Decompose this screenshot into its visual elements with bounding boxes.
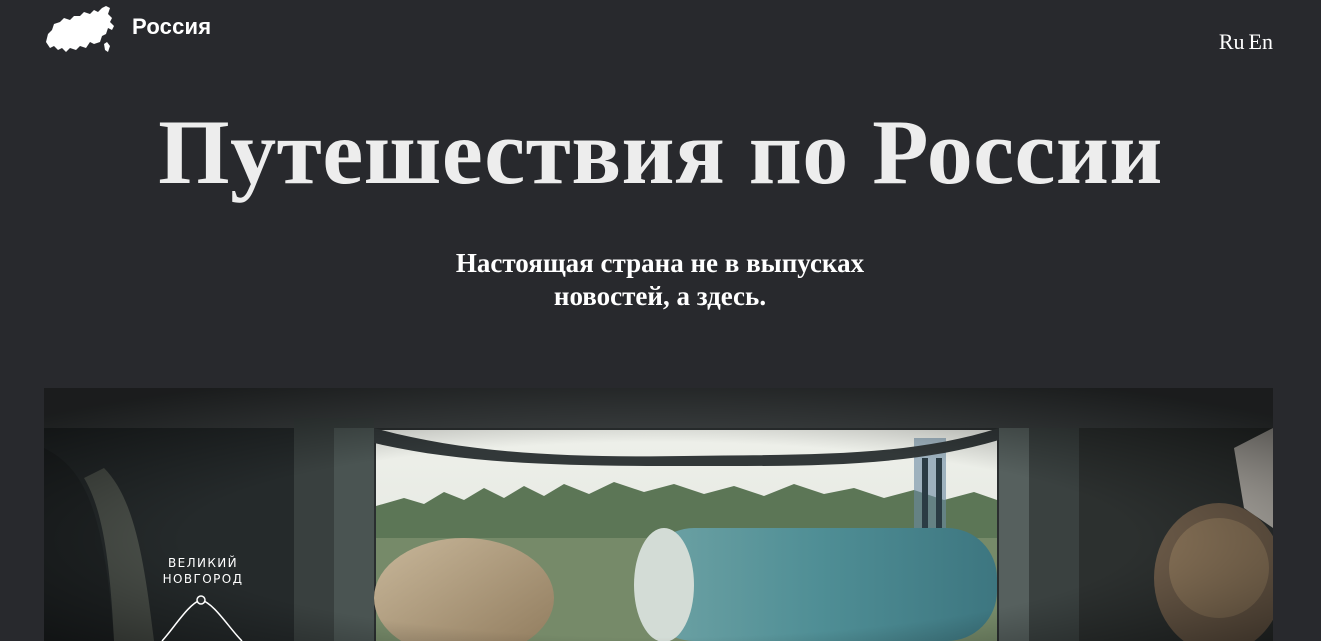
russia-map-icon [46, 6, 114, 52]
site-header: Россия Ru En [0, 0, 1321, 80]
language-switcher: Ru En [1219, 29, 1273, 55]
lang-ru-link[interactable]: Ru [1219, 29, 1245, 55]
lang-en-link[interactable]: En [1249, 29, 1273, 55]
train-window-photo [44, 388, 1273, 641]
logo-link[interactable]: Россия [44, 4, 211, 56]
city-label: ВЕЛИКИЙ НОВГОРОД [162, 556, 244, 586]
page-title: Путешествия по России [158, 101, 1163, 203]
page-subtitle: Настоящая страна не в выпусках новостей,… [455, 248, 865, 311]
logo-text: Россия [132, 14, 212, 39]
cover-image[interactable] [44, 388, 1273, 641]
